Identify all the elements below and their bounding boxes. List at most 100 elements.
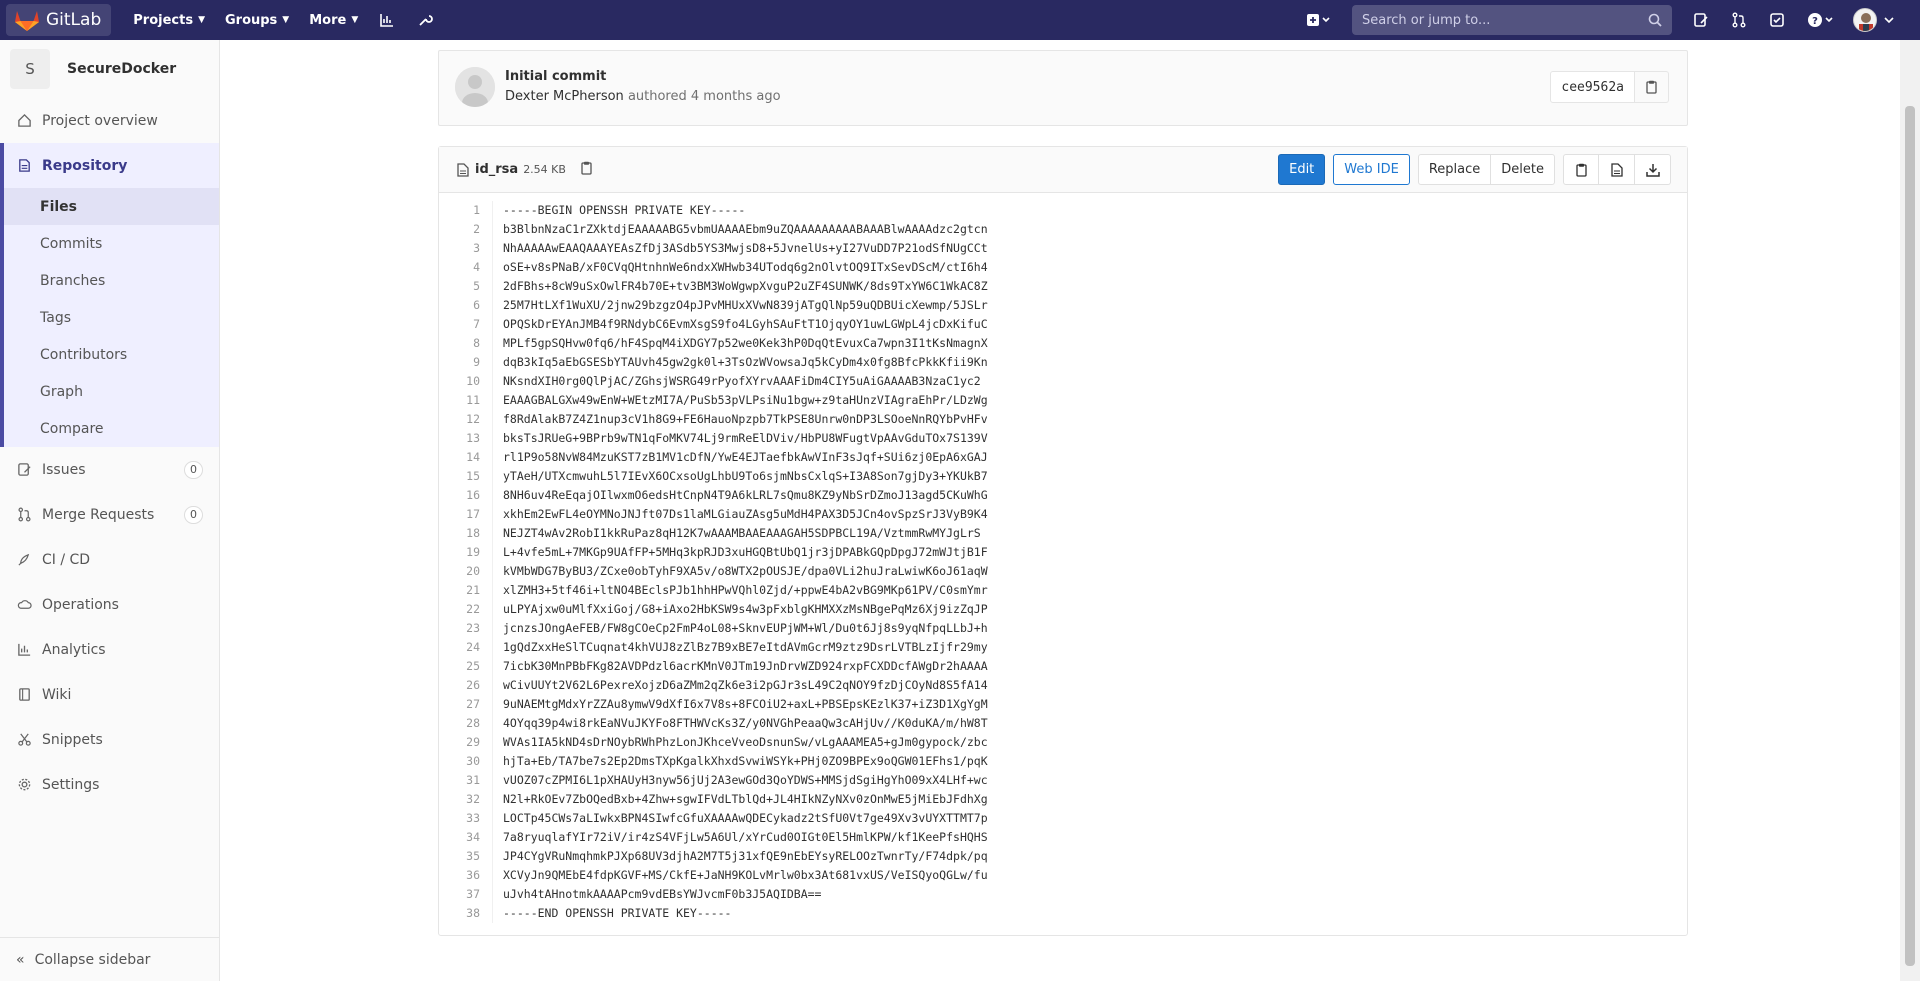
sidebar-subitem-compare[interactable]: Compare [0,410,219,447]
new-item-dropdown[interactable] [1294,0,1344,40]
replace-button[interactable]: Replace [1417,154,1492,185]
sidebar-subitem-tags[interactable]: Tags [0,299,219,336]
file-name: id_rsa [475,162,519,177]
sidebar-item-label: Repository [42,157,128,174]
user-avatar [1853,8,1877,32]
admin-wrench-icon[interactable] [406,0,444,40]
commit-meta: Dexter McPherson authored 4 months ago [505,89,781,104]
gitlab-home-link[interactable]: GitLab [6,4,112,36]
sidebar-item-merge-requests[interactable]: Merge Requests 0 [0,492,219,537]
sidebar-item-snippets[interactable]: Snippets [0,717,219,762]
search-icon [1648,13,1662,27]
file-header: id_rsa 2.54 KB Edit Web IDE Replace Dele… [439,147,1687,193]
groups-label: Groups [224,12,278,28]
commit-author-avatar[interactable] [455,67,495,107]
sidebar-subitem-contributors[interactable]: Contributors [0,336,219,373]
commit-title[interactable]: Initial commit [505,69,606,84]
sidebar-item-label: Analytics [42,641,106,658]
file-size: 2.54 KB [523,163,566,176]
last-commit-box: Initial commit Dexter McPherson authored… [438,50,1688,126]
sidebar-item-wiki[interactable]: Wiki [0,672,219,717]
sidebar-subitem-commits[interactable]: Commits [0,225,219,262]
todo-icon[interactable] [1758,0,1796,40]
code-viewer: 1 2 3 4 5 6 7 8 9 10 11 12 13 14 15 16 1… [439,193,1687,923]
commit-author-link[interactable]: Dexter McPherson [505,89,624,104]
file-content[interactable]: -----BEGIN OPENSSH PRIVATE KEY----- b3Bl… [493,201,988,923]
sidebar-item-operations[interactable]: Operations [0,582,219,627]
copy-file-path-button[interactable] [580,161,593,179]
navbar-right: ? [1294,0,1920,40]
sidebar-item-label: Merge Requests [42,506,155,523]
commit-authored-time: authored 4 months ago [627,89,781,104]
sidebar-item-label: Settings [42,776,100,793]
home-icon [16,113,32,129]
sidebar-item-project-overview[interactable]: Project overview [0,98,219,143]
rocket-icon [16,552,32,568]
gear-icon [16,777,32,793]
copy-sha-button[interactable] [1635,71,1669,103]
chevron-down-icon: ▼ [198,15,205,25]
file-viewer: id_rsa 2.54 KB Edit Web IDE Replace Dele… [438,146,1688,936]
sidebar-project-header[interactable]: S SecureDocker [0,40,219,98]
chevron-down-icon: ▼ [351,15,359,25]
sidebar-item-label: Issues [42,461,86,478]
project-name: SecureDocker [67,61,177,77]
sidebar-subitem-branches[interactable]: Branches [0,262,219,299]
repository-submenu: Files Commits Branches Tags Contributors… [0,188,219,447]
collapse-sidebar-button[interactable]: « Collapse sidebar [0,937,219,981]
open-raw-button[interactable] [1599,154,1635,185]
gitlab-logo-icon [15,11,39,31]
double-chevron-left-icon: « [16,951,25,968]
download-icon [1645,163,1660,177]
scrollbar-thumb[interactable] [1905,106,1915,966]
sidebar-item-issues[interactable]: Issues 0 [0,447,219,492]
projects-label: Projects [133,12,194,28]
sidebar-item-label: CI / CD [42,551,91,568]
search-box[interactable] [1352,5,1672,35]
doc-icon [16,158,32,174]
collapse-label: Collapse sidebar [34,951,151,968]
commit-sha[interactable]: cee9562a [1550,71,1635,103]
issues-icon [16,462,32,478]
scissors-icon [16,732,32,748]
user-menu-dropdown[interactable] [1846,0,1902,40]
file-view-group [1563,154,1671,185]
project-sidebar: S SecureDocker Project overview Reposito… [0,40,220,981]
brand-name: GitLab [46,10,102,30]
groups-dropdown[interactable]: Groups ▼ [215,0,299,40]
clipboard-icon [581,161,592,175]
sidebar-item-label: Operations [42,596,119,613]
help-dropdown[interactable]: ? [1796,0,1846,40]
more-dropdown[interactable]: More ▼ [299,0,368,40]
clipboard-icon [1646,80,1657,94]
projects-dropdown[interactable]: Projects ▼ [123,0,215,40]
clipboard-icon [1575,163,1587,177]
merge-request-icon [16,507,32,523]
file-actions: Edit Web IDE Replace Delete [1278,154,1671,185]
sidebar-item-label: Snippets [42,731,103,748]
sidebar-item-repository[interactable]: Repository [0,143,219,188]
sidebar-item-settings[interactable]: Settings [0,762,219,807]
merge-request-icon[interactable] [1720,0,1758,40]
sidebar-item-analytics[interactable]: Analytics [0,627,219,672]
download-button[interactable] [1635,154,1671,185]
line-numbers[interactable]: 1 2 3 4 5 6 7 8 9 10 11 12 13 14 15 16 1… [439,201,493,923]
search-input[interactable] [1362,12,1648,28]
raw-file-icon [1610,162,1623,177]
merge-requests-count-badge: 0 [184,505,203,524]
main-content: Initial commit Dexter McPherson authored… [220,40,1900,981]
web-ide-button[interactable]: Web IDE [1333,154,1410,185]
page-scrollbar[interactable] [1900,40,1920,981]
svg-text:?: ? [1812,16,1818,27]
cloud-gear-icon [16,597,32,613]
delete-button[interactable]: Delete [1491,154,1555,185]
activity-chart-icon[interactable] [368,0,406,40]
sidebar-item-label: Wiki [42,686,72,703]
copy-contents-button[interactable] [1563,154,1599,185]
edit-button[interactable]: Edit [1278,154,1326,185]
sidebar-subitem-files[interactable]: Files [0,188,219,225]
issues-icon[interactable] [1682,0,1720,40]
sidebar-item-cicd[interactable]: CI / CD [0,537,219,582]
book-icon [16,687,32,703]
sidebar-subitem-graph[interactable]: Graph [0,373,219,410]
